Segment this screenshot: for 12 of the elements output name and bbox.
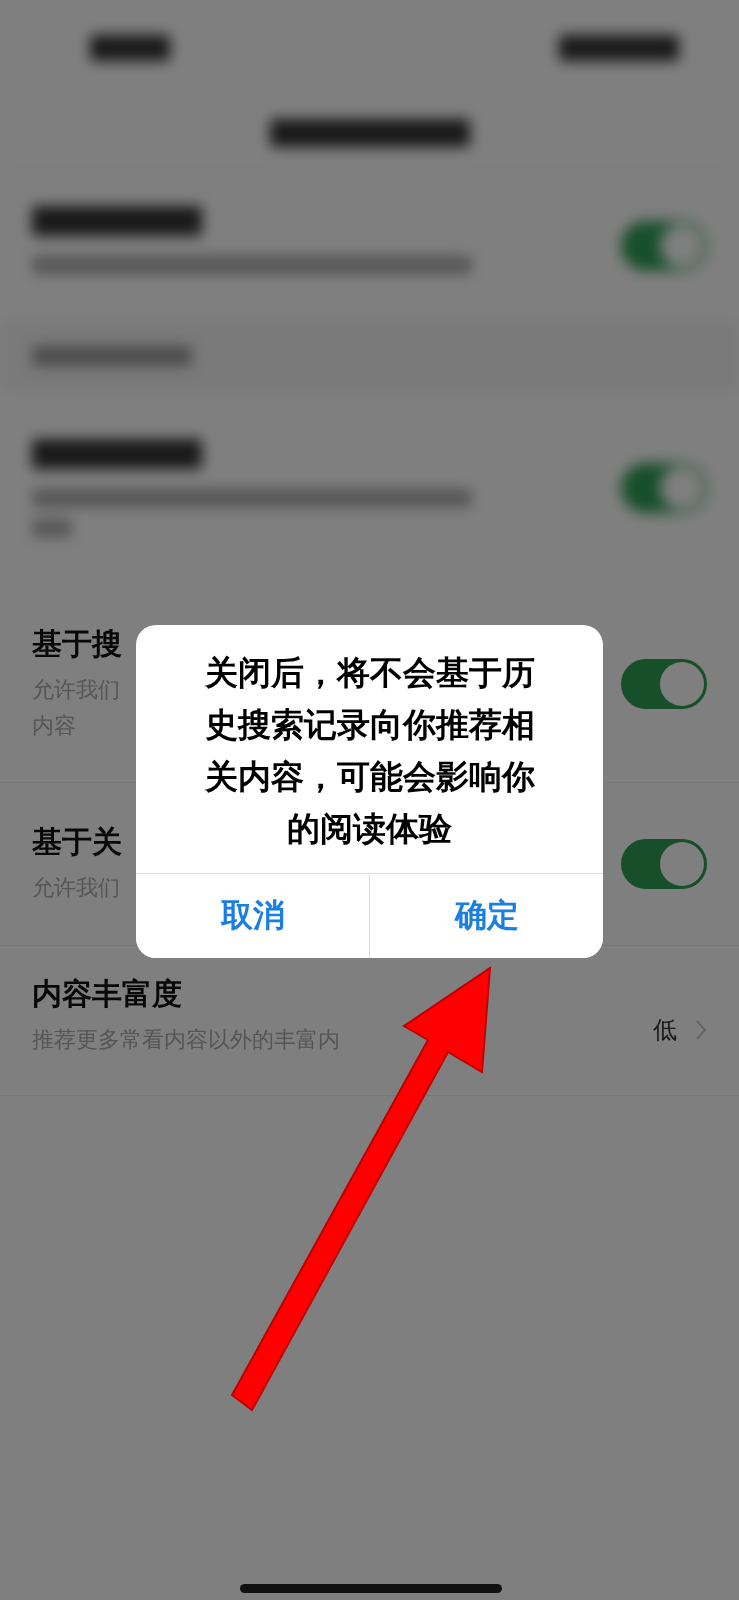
blurred-text xyxy=(32,519,72,537)
chevron-icon xyxy=(695,1019,707,1041)
toggle-switch[interactable] xyxy=(621,659,707,709)
toggle-switch[interactable] xyxy=(621,839,707,889)
setting-title: 基于搜 xyxy=(32,625,122,663)
setting-title: 基于关 xyxy=(32,823,122,861)
dialog-message: 关闭后，将不会基于历史搜索记录向你推荐相关内容，可能会影响你的阅读体验 xyxy=(203,652,536,850)
setting-value: 低 xyxy=(653,1015,677,1046)
dialog-button[interactable]: 确定 xyxy=(369,874,603,958)
toggle-switch[interactable] xyxy=(621,463,707,513)
setting-title: 内容丰富度 xyxy=(32,975,183,1013)
toggle-switch[interactable] xyxy=(621,220,707,271)
